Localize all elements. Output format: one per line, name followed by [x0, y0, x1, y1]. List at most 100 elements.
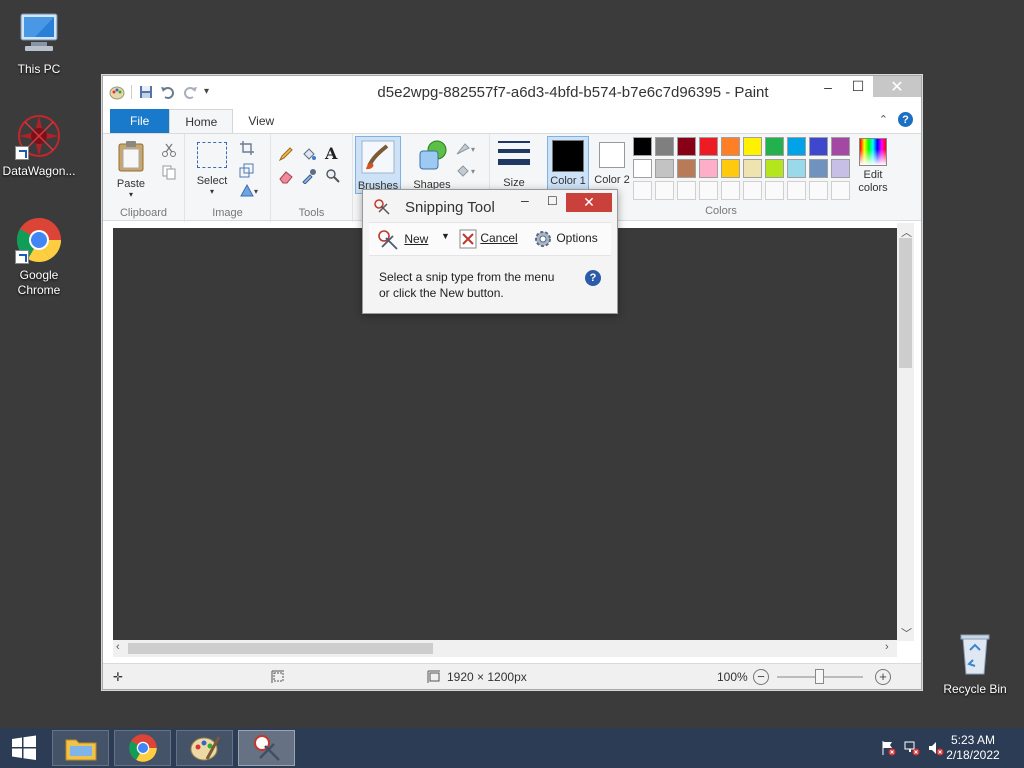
palette-swatch[interactable]: [677, 159, 696, 178]
desktop-icon-recycle-bin[interactable]: Recycle Bin: [936, 630, 1014, 697]
help-icon[interactable]: ?: [898, 112, 913, 127]
crop-icon[interactable]: [239, 140, 255, 156]
horizontal-scrollbar[interactable]: ‹ ›: [113, 640, 897, 657]
palette-custom-slot[interactable]: [721, 181, 740, 200]
zoom-slider-knob[interactable]: [815, 669, 824, 684]
vertical-scroll-thumb[interactable]: [899, 238, 912, 368]
taskbar-chrome[interactable]: [114, 730, 171, 766]
palette-swatch[interactable]: [765, 159, 784, 178]
palette-swatch[interactable]: [831, 137, 850, 156]
palette-swatch[interactable]: [721, 159, 740, 178]
palette-custom-slot[interactable]: [699, 181, 718, 200]
pencil-icon[interactable]: [278, 146, 294, 162]
tab-home[interactable]: Home: [169, 109, 234, 133]
brush-icon: [356, 140, 400, 177]
palette-swatch[interactable]: [655, 159, 674, 178]
customize-qat-icon[interactable]: ▾: [204, 84, 220, 100]
snip-help-icon[interactable]: ?: [585, 270, 601, 286]
desktop-icon-this-pc[interactable]: This PC: [0, 10, 78, 77]
new-snip-dropdown-icon[interactable]: ▼: [441, 231, 450, 241]
palette-swatch[interactable]: [655, 137, 674, 156]
paint-window: ▾ d5e2wpg-882557f7-a6d3-4bfd-b574-b7e6c7…: [102, 75, 922, 690]
color1-swatch: [552, 140, 584, 172]
vertical-scrollbar[interactable]: ︿ ﹀: [897, 223, 914, 641]
tab-view[interactable]: View: [233, 109, 289, 133]
fill-style-icon[interactable]: ▾: [455, 162, 481, 178]
horizontal-scroll-thumb[interactable]: [128, 643, 433, 654]
palette-custom-slot[interactable]: [765, 181, 784, 200]
rotate-icon[interactable]: ▾: [239, 182, 261, 198]
palette-swatch[interactable]: [809, 137, 828, 156]
paste-button[interactable]: Paste ▾: [113, 140, 149, 199]
palette-swatch[interactable]: [787, 137, 806, 156]
palette-swatch[interactable]: [787, 159, 806, 178]
outline-icon[interactable]: ▾: [455, 140, 481, 156]
color-picker-icon[interactable]: [301, 168, 317, 185]
palette-custom-slot[interactable]: [633, 181, 652, 200]
palette-swatch[interactable]: [677, 137, 696, 156]
palette-custom-slot[interactable]: [831, 181, 850, 200]
snip-minimize-button[interactable]: –: [521, 192, 529, 208]
cancel-button[interactable]: Cancel: [459, 229, 518, 249]
taskbar-paint[interactable]: [176, 730, 233, 766]
palette-swatch[interactable]: [831, 159, 850, 178]
snip-maximize-button[interactable]: ☐: [547, 194, 558, 208]
palette-custom-slot[interactable]: [787, 181, 806, 200]
network-icon[interactable]: [904, 740, 920, 756]
palette-swatch[interactable]: [743, 159, 762, 178]
magnifier-icon[interactable]: [325, 168, 341, 184]
zoom-in-button[interactable]: +: [875, 669, 891, 685]
paint-titlebar[interactable]: ▾ d5e2wpg-882557f7-a6d3-4bfd-b574-b7e6c7…: [103, 76, 921, 109]
brushes-button[interactable]: Brushes: [355, 136, 401, 194]
palette-custom-slot[interactable]: [677, 181, 696, 200]
maximize-button[interactable]: ☐: [843, 76, 873, 97]
save-icon[interactable]: [138, 84, 154, 100]
cut-icon[interactable]: [161, 142, 177, 158]
palette-swatch[interactable]: [633, 159, 652, 178]
scroll-down-icon[interactable]: ﹀: [901, 625, 912, 641]
desktop-icon-google-chrome[interactable]: Google Chrome: [0, 216, 78, 298]
palette-swatch[interactable]: [633, 137, 652, 156]
redo-icon[interactable]: [182, 84, 198, 100]
desktop-icon-datawagon[interactable]: DataWagon...: [0, 112, 78, 179]
taskbar-file-explorer[interactable]: [52, 730, 109, 766]
tab-file[interactable]: File: [110, 109, 170, 133]
undo-icon[interactable]: [160, 84, 176, 100]
minimize-button[interactable]: –: [813, 76, 843, 97]
action-center-flag-icon[interactable]: [880, 740, 896, 756]
shapes-button[interactable]: Shapes: [409, 136, 455, 191]
start-button[interactable]: [0, 730, 48, 766]
palette-swatch[interactable]: [743, 137, 762, 156]
palette-custom-slot[interactable]: [809, 181, 828, 200]
palette-swatch[interactable]: [765, 137, 784, 156]
palette-swatch[interactable]: [809, 159, 828, 178]
eraser-icon[interactable]: [278, 168, 294, 184]
taskbar-clock[interactable]: 5:23 AM 2/18/2022: [938, 733, 1008, 763]
scroll-left-icon[interactable]: ‹: [116, 641, 120, 653]
palette-custom-slot[interactable]: [743, 181, 762, 200]
close-button[interactable]: ✕: [873, 76, 921, 97]
fill-icon[interactable]: [301, 146, 317, 162]
group-label: Image: [212, 207, 243, 219]
collapse-ribbon-icon[interactable]: ⌃: [879, 113, 888, 126]
select-button[interactable]: Select ▾: [191, 140, 233, 196]
snip-close-button[interactable]: ✕: [566, 193, 612, 212]
palette-custom-slot[interactable]: [655, 181, 674, 200]
color2-button[interactable]: Color 2: [591, 136, 633, 187]
resize-icon[interactable]: [239, 162, 255, 178]
options-button[interactable]: Options: [533, 229, 598, 249]
divider: [131, 85, 132, 99]
edit-colors-button[interactable]: Edit colors: [851, 138, 895, 195]
copy-icon[interactable]: [161, 164, 177, 180]
scroll-right-icon[interactable]: ›: [885, 641, 889, 653]
text-icon[interactable]: A: [325, 144, 341, 163]
color1-button[interactable]: Color 1: [547, 136, 589, 194]
windows-logo-icon: [12, 735, 36, 760]
paint-app-icon[interactable]: [109, 84, 125, 100]
palette-swatch[interactable]: [699, 159, 718, 178]
zoom-out-button[interactable]: −: [753, 669, 769, 685]
taskbar-snipping-tool[interactable]: [238, 730, 295, 766]
new-snip-button[interactable]: New: [377, 229, 428, 251]
palette-swatch[interactable]: [721, 137, 740, 156]
palette-swatch[interactable]: [699, 137, 718, 156]
